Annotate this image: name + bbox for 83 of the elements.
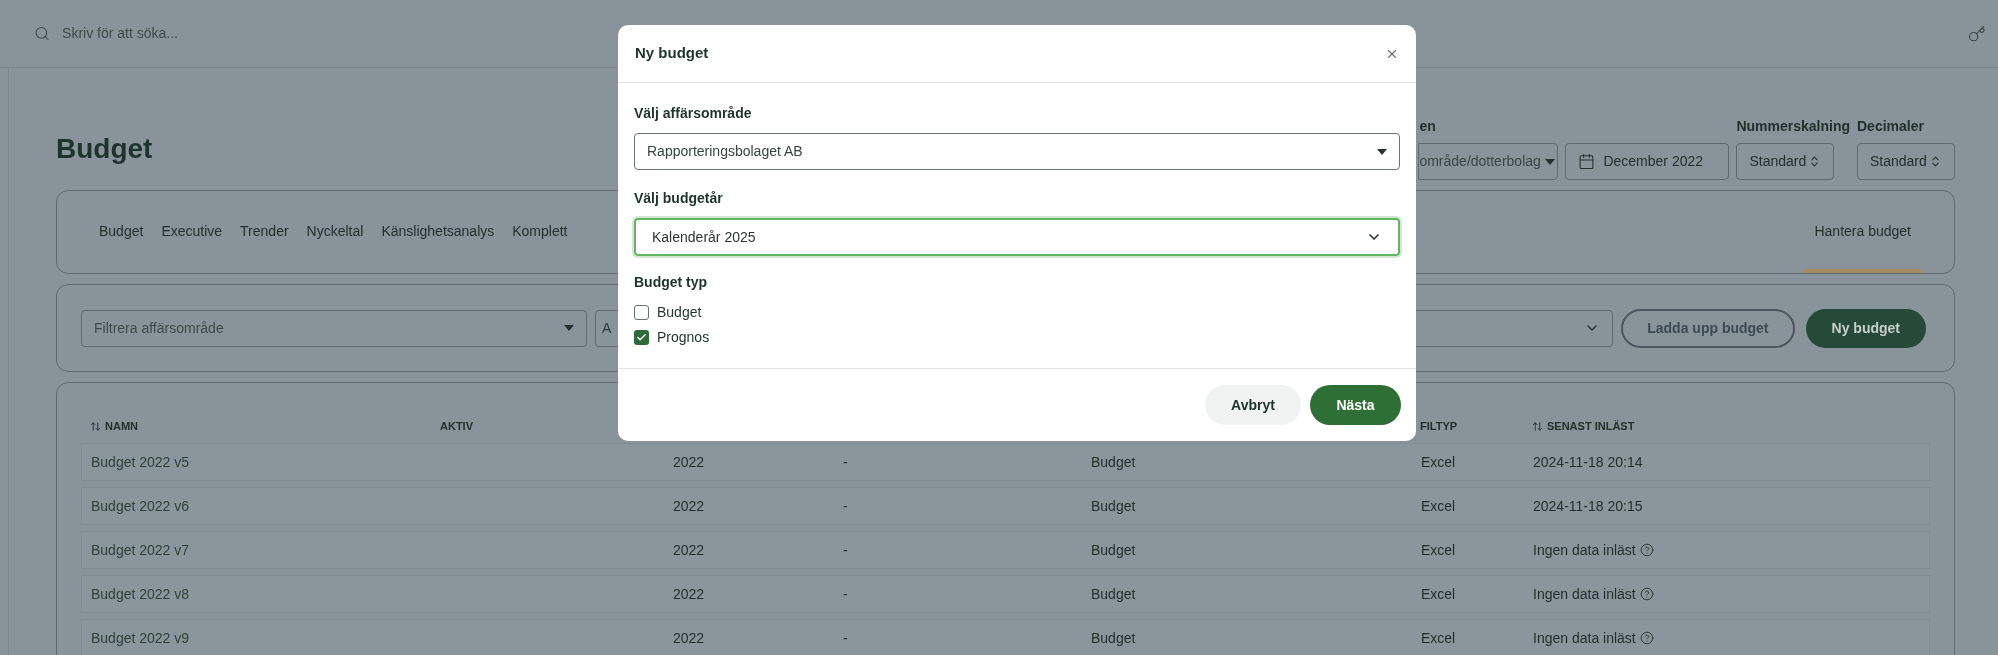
table-cell: Budget (1091, 629, 1136, 646)
search-field[interactable]: Skriv för att söka... (62, 23, 534, 44)
business-area-select[interactable]: Filtrera affärsområde (81, 309, 587, 347)
table-row[interactable]: Budget 2022 v7 2022 - Budget Excel Ingen data inläst (81, 531, 1930, 569)
dialog-title: Ny budget (635, 43, 709, 64)
table-cell: Excel (1421, 629, 1456, 646)
checkbox[interactable] (634, 305, 649, 320)
budget-name-link[interactable]: Budget 2022 v6 (91, 497, 190, 514)
table-row[interactable]: Budget 2022 v8 2022 - Budget Excel Ingen data inläst (81, 575, 1930, 613)
table-cell: Excel (1421, 585, 1456, 602)
checkbox-label: Budget (657, 303, 702, 322)
field-label: Välj affärsområde (634, 104, 753, 123)
nav-tab[interactable]: Budget (90, 191, 153, 273)
standard-select[interactable]: Standard (1736, 143, 1835, 180)
help-icon[interactable] (1639, 631, 1654, 645)
sort-icon[interactable] (1532, 420, 1543, 432)
budget-year-select[interactable]: Kalenderår 2025 (634, 218, 1400, 256)
nav-tab[interactable]: Känslighetsanalys (372, 191, 504, 273)
field-label: Budget typ (634, 273, 709, 292)
upload-button[interactable]: Ladda upp budget (1621, 308, 1795, 348)
table-cell: 2022 (673, 585, 705, 602)
caret-icon (1377, 148, 1387, 155)
table-row[interactable]: Budget 2022 v9 2022 - Budget Excel Ingen data inläst (81, 619, 1930, 655)
nav-tab[interactable]: Trender (231, 191, 298, 273)
cancel-button[interactable]: Avbryt (1205, 385, 1301, 425)
search-icon (34, 25, 51, 42)
sort-icon[interactable] (90, 420, 101, 432)
table-cell: - (843, 497, 848, 514)
calendar-icon (1578, 153, 1596, 170)
budget-name-link[interactable]: Budget 2022 v9 (91, 629, 190, 646)
nav-tab[interactable]: Hantera budget (1804, 191, 1921, 273)
table-cell: Budget (1091, 585, 1136, 602)
table-cell: Budget (1091, 541, 1136, 558)
table-cell: - (843, 453, 848, 470)
caret-icon (1544, 158, 1555, 165)
table-cell-text: 2024-11-18 20:14 (1533, 452, 1643, 472)
column-header: AKTIV (440, 418, 473, 434)
table-row[interactable]: Budget 2022 v6 2022 - Budget Excel 2024-11-18 20:15 (81, 487, 1930, 525)
table-cell-text: Ingen data inläst (1533, 584, 1636, 604)
budget-name-link[interactable]: Budget 2022 v7 (91, 541, 190, 558)
new-budget-button[interactable]: Ny budget (1805, 308, 1926, 348)
table-cell: 2022 (673, 541, 705, 558)
table-cell: - (843, 585, 848, 602)
checkbox-label: Prognos (657, 328, 710, 347)
table-cell: Excel (1421, 453, 1456, 470)
checkbox[interactable] (634, 330, 649, 345)
business-area-select[interactable]: Rapporteringsbolaget AB (634, 133, 1400, 170)
sort-caret-icon (1929, 155, 1942, 168)
help-icon[interactable] (1639, 543, 1654, 557)
table-cell: 2022 (673, 497, 705, 514)
table-cell: Excel (1421, 541, 1456, 558)
nav-tab[interactable]: Komplett (503, 191, 577, 273)
field-label: en (1418, 117, 1437, 136)
column-header[interactable]: NAMN (105, 417, 138, 435)
caret-icon (564, 325, 574, 331)
check-icon (636, 332, 647, 343)
nav-tab[interactable]: Nyckeltal (297, 191, 373, 273)
column-header: FILTYP (1420, 418, 1458, 434)
page-title: Budget (56, 132, 153, 166)
table-cell: 2022 (673, 629, 705, 646)
help-icon[interactable] (1639, 587, 1654, 601)
field-label: Välj budgetår (634, 189, 724, 208)
field-label: Decimaler (1857, 117, 1925, 136)
table-row[interactable]: Budget 2022 v5 2022 - Budget Excel 2024-11-18 20:14 (81, 443, 1930, 481)
table-cell: - (843, 629, 848, 646)
company-select[interactable]: område/dotterbolag (1418, 143, 1559, 180)
table-cell: Excel (1421, 497, 1456, 514)
period-picker[interactable]: December 2022 (1565, 143, 1730, 180)
next-button[interactable]: Nästa (1310, 385, 1401, 425)
budget-name-link[interactable]: Budget 2022 v5 (91, 453, 190, 470)
field-label: Nummerskalning (1736, 117, 1850, 136)
budget-name-link[interactable]: Budget 2022 v8 (91, 585, 190, 602)
table-cell: Budget (1091, 497, 1136, 514)
table-cell: - (843, 541, 848, 558)
column-header[interactable]: SENAST INLÄST (1547, 417, 1635, 435)
table-cell: 2022 (673, 453, 705, 470)
table-cell-text: Ingen data inläst (1533, 540, 1636, 560)
key-icon[interactable] (1968, 24, 1986, 43)
nav-tab[interactable]: Executive (152, 191, 232, 273)
standard-select[interactable]: Standard (1857, 143, 1955, 180)
table-cell-text: Ingen data inläst (1533, 628, 1636, 648)
table-cell-text: 2024-11-18 20:15 (1533, 496, 1643, 516)
table-cell: Budget (1091, 453, 1136, 470)
